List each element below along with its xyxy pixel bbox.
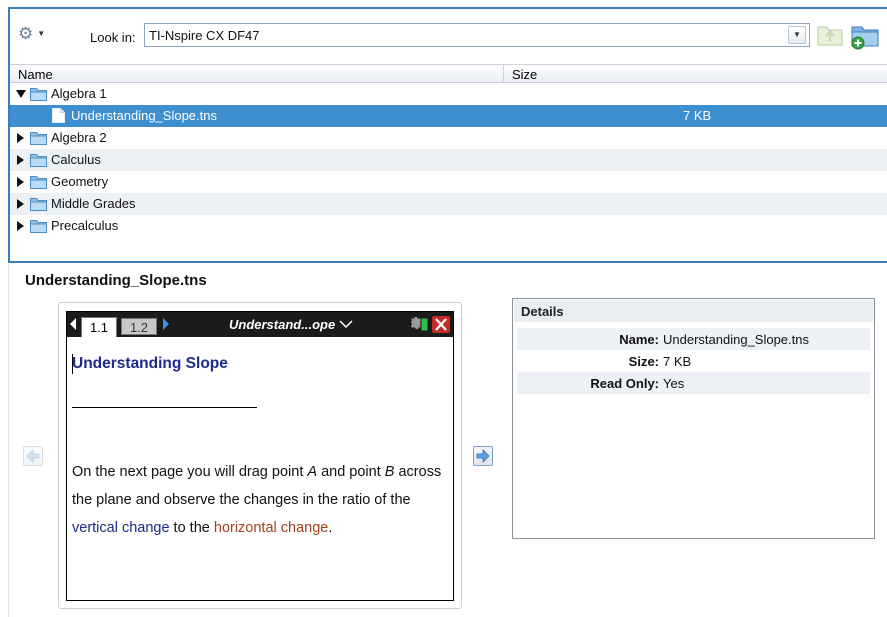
folder-icon [30, 198, 47, 211]
detail-value: 7 KB [663, 354, 692, 369]
tree-row-label: Middle Grades [51, 196, 136, 211]
battery-icon [411, 317, 429, 332]
tree-row-algebra-1[interactable]: Algebra 1 [10, 83, 887, 105]
previous-page-icon[interactable] [70, 318, 76, 330]
details-panel: Details Name: Understanding_Slope.tns Si… [512, 298, 875, 539]
detail-key: Name: [619, 332, 659, 347]
horizontal-change-term: horizontal change [213, 520, 329, 536]
expand-toggle-icon[interactable] [16, 90, 26, 98]
expand-toggle-icon[interactable] [17, 177, 24, 187]
tree-row-algebra-2[interactable]: Algebra 2 [10, 127, 887, 149]
tree-row-label: Precalculus [51, 218, 119, 233]
document-heading: Understanding Slope [72, 355, 228, 372]
point-a-label: A [307, 464, 318, 480]
next-page-icon[interactable] [163, 318, 169, 330]
tree-row-label: Geometry [51, 174, 109, 189]
document-preview: 1.1 1.2 Understand...ope Understanding S… [66, 311, 454, 601]
options-menu-button[interactable]: ⚙ ▼ [18, 21, 54, 45]
tree-row-middle-grades[interactable]: Middle Grades [10, 193, 887, 215]
expand-toggle-icon[interactable] [17, 199, 24, 209]
look-in-value: TI-Nspire CX DF47 [149, 28, 260, 43]
folder-icon [30, 220, 47, 233]
details-header: Details [514, 300, 873, 322]
chevron-down-icon[interactable] [339, 319, 353, 329]
panel-divider [8, 265, 9, 617]
chevron-down-icon[interactable]: ▼ [788, 26, 806, 44]
caret-down-icon: ▼ [37, 28, 46, 38]
detail-key: Read Only: [590, 376, 659, 391]
look-in-label: Look in: [90, 30, 136, 45]
tree-row-geometry[interactable]: Geometry [10, 171, 887, 193]
detail-row-read-only: Read Only: Yes [517, 372, 870, 394]
look-in-dropdown[interactable]: TI-Nspire CX DF47 ▼ [144, 23, 810, 47]
tree-row-label: Algebra 1 [51, 86, 107, 101]
tree-row-label: Calculus [51, 152, 101, 167]
file-browser-dialog: ⚙ ▼ Look in: TI-Nspire CX DF47 ▼ Name Si… [0, 0, 887, 617]
document-icon [52, 108, 65, 123]
tree-row-calculus[interactable]: Calculus [10, 149, 887, 171]
up-folder-icon[interactable] [816, 23, 844, 47]
tab-page-1-2[interactable]: 1.2 [121, 318, 157, 335]
next-page-button[interactable] [473, 446, 493, 466]
expand-toggle-icon[interactable] [17, 133, 24, 143]
tree-row-label: Understanding_Slope.tns [71, 108, 217, 123]
document-body-text: On the next page you will drag point A a… [72, 464, 442, 536]
column-divider[interactable] [503, 65, 504, 83]
detail-value: Understanding_Slope.tns [663, 332, 809, 347]
tree-row-precalculus[interactable]: Precalculus [10, 215, 887, 237]
close-icon[interactable] [432, 316, 450, 333]
toolbar: ⚙ ▼ Look in: TI-Nspire CX DF47 ▼ [10, 9, 887, 64]
folder-icon [30, 176, 47, 189]
column-header: Name Size [10, 64, 887, 83]
column-name-header[interactable]: Name [18, 67, 53, 82]
detail-row-name: Name: Understanding_Slope.tns [517, 328, 870, 350]
point-b-label: B [384, 464, 395, 480]
previous-page-button[interactable] [23, 446, 43, 466]
document-title: Understand...ope [229, 317, 336, 332]
gear-icon: ⚙ [18, 23, 34, 43]
preview-title: Understanding_Slope.tns [25, 272, 207, 289]
tree-row-label: Algebra 2 [51, 130, 107, 145]
tree-row-understanding-slope[interactable]: Understanding_Slope.tns 7 KB [10, 105, 887, 127]
folder-icon [30, 88, 47, 101]
vertical-change-term: vertical change [72, 520, 170, 536]
folder-icon [30, 154, 47, 167]
expand-toggle-icon[interactable] [17, 155, 24, 165]
folder-icon [30, 132, 47, 145]
horizontal-rule [72, 407, 257, 408]
column-size-header[interactable]: Size [512, 67, 537, 82]
expand-toggle-icon[interactable] [17, 221, 24, 231]
detail-row-size: Size: 7 KB [517, 350, 870, 372]
new-folder-icon[interactable] [850, 22, 880, 50]
detail-value: Yes [663, 376, 685, 391]
file-tree: Algebra 1 Understanding_Slope.tns 7 KB A… [10, 83, 887, 237]
detail-key: Size: [628, 354, 659, 369]
document-tab-bar: 1.1 1.2 Understand...ope [67, 312, 453, 337]
tree-row-size: 7 KB [683, 108, 712, 123]
file-browser-panel: ⚙ ▼ Look in: TI-Nspire CX DF47 ▼ Name Si… [8, 7, 887, 263]
tab-page-1-1[interactable]: 1.1 [81, 317, 117, 337]
